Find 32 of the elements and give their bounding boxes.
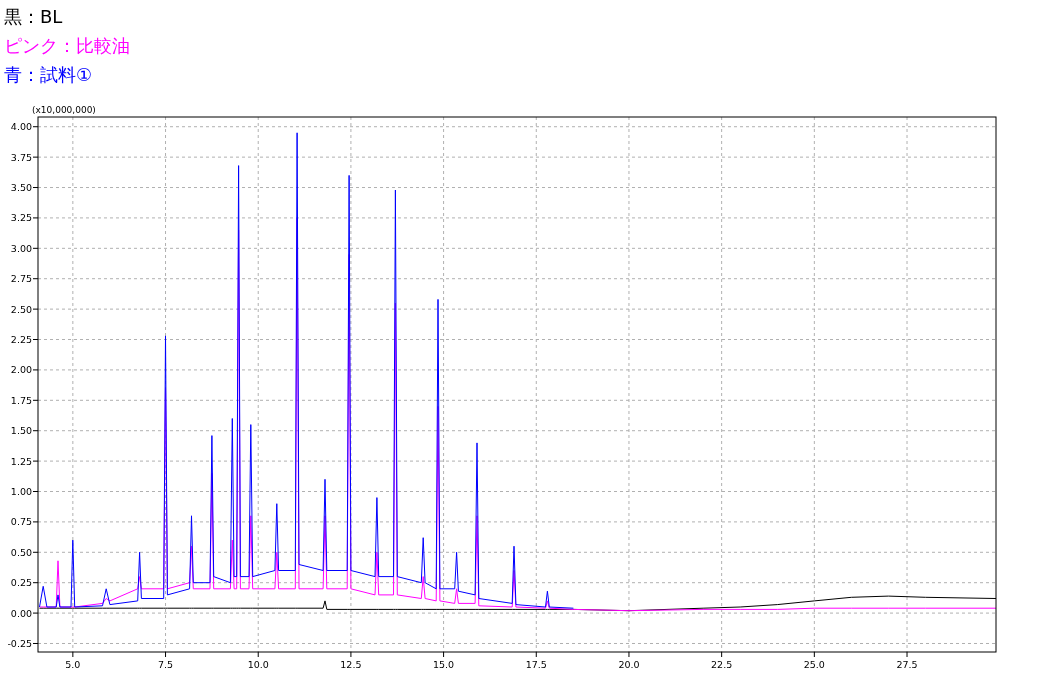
y-tick-label: 1.00 — [10, 486, 32, 497]
legend-text: 黒：BL — [4, 5, 63, 29]
x-tick-label: 7.5 — [158, 659, 174, 670]
y-tick-label: 3.25 — [10, 212, 32, 224]
y-tick-label: 4.00 — [10, 121, 32, 133]
y-tick-label: 2.25 — [10, 334, 32, 345]
legend-text: 青：試料① — [4, 63, 93, 87]
y-tick-label: 0.00 — [10, 607, 32, 619]
y-tick-label: 0.75 — [10, 516, 32, 528]
y-tick-label: 3.50 — [10, 182, 32, 193]
y-tick-label: -0.25 — [7, 638, 32, 649]
y-axis-unit: (x10,000,000) — [32, 105, 96, 115]
y-tick-label: 2.00 — [10, 364, 32, 376]
y-tick-label: 3.00 — [10, 242, 32, 254]
x-tick-label: 5.0 — [65, 659, 81, 670]
x-tick-label: 15.0 — [433, 659, 455, 670]
x-tick-label: 20.0 — [618, 659, 640, 670]
x-tick-label: 25.0 — [803, 659, 825, 670]
y-tick-label: 1.25 — [10, 455, 32, 467]
x-tick-label: 17.5 — [525, 659, 547, 670]
x-tick-label: 10.0 — [247, 659, 269, 670]
y-tick-label: 2.75 — [10, 273, 32, 285]
x-tick-label: 27.5 — [896, 659, 918, 670]
y-tick-label: 3.75 — [10, 151, 32, 163]
y-tick-label: 2.50 — [10, 303, 32, 315]
legend-text: ピンク：比較油 — [4, 34, 130, 58]
x-tick-label: 12.5 — [340, 659, 362, 670]
x-tick-label: 22.5 — [711, 659, 733, 670]
y-tick-label: 1.50 — [10, 425, 32, 437]
y-tick-label: 0.50 — [10, 546, 32, 558]
y-tick-label: 1.75 — [10, 394, 32, 406]
y-tick-label: 0.25 — [10, 577, 32, 589]
